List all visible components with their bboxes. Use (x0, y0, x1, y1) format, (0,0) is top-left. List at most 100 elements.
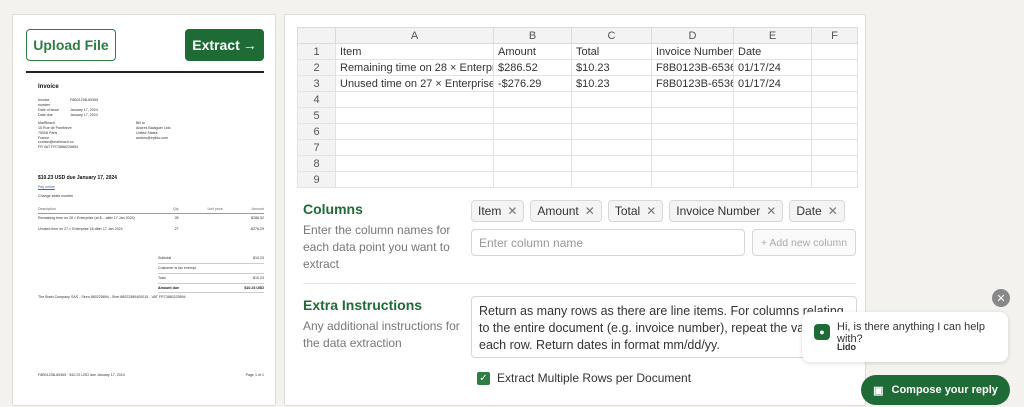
sheet-cell[interactable]: 01/17/24 (733, 59, 812, 76)
meta-row: Invoice number F8B0123B-65365 (38, 98, 98, 108)
sheet-corner[interactable] (297, 27, 336, 44)
sheet-row-number[interactable]: 3 (297, 75, 336, 92)
sheet-row-number[interactable]: 9 (297, 171, 336, 188)
extract-button[interactable]: Extract → (185, 29, 264, 61)
sheet-cell[interactable] (733, 91, 812, 108)
column-chip[interactable]: Total ✕ (607, 200, 664, 222)
sheet-cell[interactable] (571, 107, 652, 124)
sheet-cell[interactable]: $10.23 (571, 75, 652, 92)
sheet-row-number[interactable]: 2 (297, 59, 336, 76)
sheet-cell[interactable] (651, 91, 734, 108)
invoice-line-cell (179, 213, 223, 224)
sheet-cell[interactable] (811, 91, 858, 108)
remove-chip-icon[interactable]: ✕ (585, 204, 595, 218)
sheet-cell[interactable] (335, 123, 494, 140)
chat-close-icon[interactable]: ✕ (992, 289, 1010, 307)
sheet-cell[interactable] (493, 107, 572, 124)
sheet-cell[interactable] (571, 123, 652, 140)
sheet-cell[interactable] (811, 123, 858, 140)
sheet-row-number[interactable]: 4 (297, 91, 336, 108)
meta-key: Date due (38, 112, 53, 117)
sheet-row-number[interactable]: 8 (297, 155, 336, 172)
column-chip-label: Amount (537, 204, 579, 218)
sheet-cell[interactable] (733, 123, 812, 140)
sheet-column-header[interactable]: F (811, 27, 858, 44)
sheet-cell[interactable] (493, 123, 572, 140)
sheet-cell[interactable] (811, 171, 858, 188)
sheet-cell[interactable] (335, 107, 494, 124)
bot-avatar-icon: ● (814, 324, 830, 340)
chat-bubble[interactable]: ● Hi, is there anything I can help with?… (802, 312, 1008, 362)
sheet-cell[interactable] (811, 43, 858, 60)
sheet-cell[interactable]: $10.23 (571, 59, 652, 76)
compose-reply-button[interactable]: ▣ Compose your reply (861, 375, 1010, 405)
sheet-cell[interactable] (651, 155, 734, 172)
sheet-cell[interactable] (733, 107, 812, 124)
sheet-column-header[interactable]: B (493, 27, 572, 44)
sheet-cell[interactable] (811, 75, 858, 92)
spreadsheet-grid[interactable]: A B C D E F 1 Item Amount Total Invoice Number Date… (297, 27, 858, 188)
sheet-cell[interactable] (651, 123, 734, 140)
sheet-cell[interactable] (571, 139, 652, 156)
sheet-cell[interactable]: Total (571, 43, 652, 60)
sheet-cell[interactable] (651, 171, 734, 188)
total-row: Customer is tax exempt (158, 264, 264, 274)
sheet-cell[interactable] (733, 139, 812, 156)
sheet-cell[interactable]: $286.52 (493, 59, 572, 76)
sheet-column-header[interactable]: D (651, 27, 734, 44)
sheet-cell[interactable] (811, 139, 858, 156)
sheet-cell[interactable] (733, 155, 812, 172)
remove-chip-icon[interactable]: ✕ (766, 204, 776, 218)
sheet-cell[interactable] (571, 171, 652, 188)
sheet-cell[interactable]: Amount (493, 43, 572, 60)
sheet-cell[interactable]: F8B0123B-65365 (651, 59, 734, 76)
sheet-cell[interactable] (811, 155, 858, 172)
multi-rows-checkbox[interactable]: ✓ (477, 371, 490, 385)
upload-file-button[interactable]: Upload File (26, 29, 116, 61)
sheet-fade (285, 187, 865, 201)
sheet-row-number[interactable]: 7 (297, 139, 336, 156)
column-name-input[interactable]: Enter column name (471, 229, 745, 256)
sheet-cell[interactable]: Remaining time on 28 × Enterprise (335, 59, 494, 76)
sheet-cell[interactable]: Unused time on 27 × Enterprise 18 (335, 75, 494, 92)
column-chip[interactable]: Amount ✕ (530, 200, 602, 222)
sheet-cell[interactable] (651, 139, 734, 156)
change-seats-text: Change seats number (38, 194, 74, 198)
sheet-row-number[interactable]: 5 (297, 107, 336, 124)
sheet-cell[interactable] (335, 155, 494, 172)
remove-chip-icon[interactable]: ✕ (507, 204, 517, 218)
sheet-cell[interactable]: 01/17/24 (733, 75, 812, 92)
sheet-column-header[interactable]: C (571, 27, 652, 44)
sheet-cell[interactable] (335, 91, 494, 108)
sheet-cell[interactable] (811, 59, 858, 76)
sheet-cell[interactable] (571, 155, 652, 172)
sheet-cell[interactable] (811, 107, 858, 124)
sheet-cell[interactable] (493, 155, 572, 172)
sheet-cell[interactable] (493, 91, 572, 108)
sheet-cell[interactable] (571, 91, 652, 108)
sheet-cell[interactable] (335, 171, 494, 188)
sheet-cell[interactable]: Date (733, 43, 812, 60)
sheet-column-header[interactable]: E (733, 27, 812, 44)
pay-online-link[interactable]: Pay online (38, 185, 55, 190)
instructions-textarea[interactable]: Return as many rows as there are line it… (471, 296, 857, 358)
column-chip[interactable]: Date ✕ (789, 200, 845, 222)
sheet-cell[interactable]: -$276.29 (493, 75, 572, 92)
remove-chip-icon[interactable]: ✕ (646, 204, 656, 218)
multi-rows-option[interactable]: ✓ Extract Multiple Rows per Document (477, 371, 691, 385)
sheet-row-number[interactable]: 6 (297, 123, 336, 140)
add-column-button[interactable]: + Add new column (752, 229, 856, 256)
sheet-row-number[interactable]: 1 (297, 43, 336, 60)
column-chip[interactable]: Invoice Number ✕ (669, 200, 784, 222)
sheet-cell[interactable] (651, 107, 734, 124)
sheet-cell[interactable]: Invoice Number (651, 43, 734, 60)
sheet-cell[interactable] (493, 171, 572, 188)
remove-chip-icon[interactable]: ✕ (828, 204, 838, 218)
sheet-cell[interactable] (335, 139, 494, 156)
sheet-cell[interactable]: F8B0123B-65365 (651, 75, 734, 92)
sheet-cell[interactable]: Item (335, 43, 494, 60)
column-chip[interactable]: Item ✕ (471, 200, 525, 222)
sheet-cell[interactable] (493, 139, 572, 156)
sheet-cell[interactable] (733, 171, 812, 188)
sheet-column-header[interactable]: A (335, 27, 494, 44)
